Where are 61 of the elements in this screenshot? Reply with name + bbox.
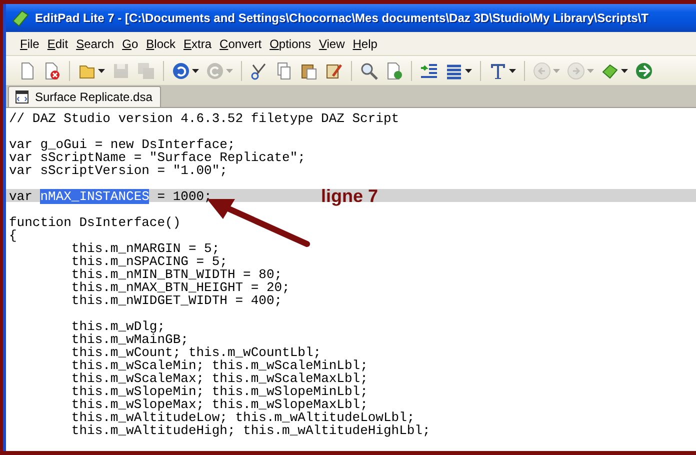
notepad-icon: [12, 10, 29, 26]
menu-item[interactable]: File: [16, 34, 44, 52]
copy-icon: [275, 62, 293, 80]
redo-icon: [206, 62, 224, 80]
forward-icon: [567, 62, 585, 80]
code-text: this.m_wScaleMax; this.m_wScaleMaxLbl;: [70, 371, 368, 386]
undo-icon: [172, 62, 190, 80]
menu-item[interactable]: Extra: [180, 34, 216, 52]
code-text: var g_oGui = new DsInterface;: [9, 137, 236, 152]
code-editor[interactable]: [6, 108, 696, 451]
menu-item[interactable]: Search: [72, 34, 118, 52]
code-text: var sScriptVersion = "1.00";: [9, 163, 228, 178]
code-text: this.m_wMainGB;: [70, 332, 188, 347]
caret-icon: [621, 68, 628, 72]
paste-brush-icon: [325, 62, 343, 80]
code-text: this.m_nMIN_BTN_WIDTH = 80;: [70, 267, 282, 282]
back-icon: [533, 62, 551, 80]
code-text: this.m_nMARGIN = 5;: [70, 241, 220, 256]
script-file-icon: [15, 90, 29, 104]
code-text: this.m_wSlopeMin; this.m_wSlopeMinLbl;: [70, 384, 368, 399]
code-text: this.m_wAltitudeLow; this.m_wAltitudeLowLbl;: [70, 410, 415, 425]
scissors-icon: [250, 62, 268, 80]
code-text: this.m_wDlg;: [70, 319, 166, 334]
menu-item[interactable]: Block: [142, 34, 180, 52]
menu-item[interactable]: Help: [348, 34, 382, 52]
caret-icon: [226, 68, 233, 72]
menu-item[interactable]: Edit: [43, 34, 72, 52]
close-file-icon: [43, 62, 61, 80]
window-title: EditPad Lite 7 - [C:\Documents and Settings\Chocornac\Mes documents\Daz 3D\Studio\My Library\Scripts\T: [35, 11, 648, 25]
indent-icon: [420, 62, 438, 80]
font-icon: [489, 62, 507, 80]
search-icon: [360, 62, 378, 80]
code-text: = 1000;: [156, 189, 212, 204]
menu-item[interactable]: Go: [118, 34, 142, 52]
menu-item[interactable]: Convert: [216, 34, 266, 52]
caret-icon: [465, 68, 472, 72]
caret-icon: [98, 68, 105, 72]
code-text: this.m_wAltitudeHigh; this.m_wAltitudeHighLbl;: [70, 423, 430, 438]
caret-icon: [192, 68, 199, 72]
file-tab[interactable]: Surface Replicate.dsa: [8, 86, 162, 107]
code-text: this.m_nWIDGET_WIDTH = 400;: [70, 293, 282, 308]
code-text: this.m_nMAX_BTN_HEIGHT = 20;: [70, 280, 290, 295]
caret-icon: [587, 68, 594, 72]
save-all-icon: [137, 62, 155, 80]
code-text: this.m_wCount; this.m_wCountLbl;: [70, 345, 322, 360]
code-text: // DAZ Studio version 4.6.3.52 filetype DAZ Script: [9, 111, 400, 126]
code-text: var sScriptName = "Surface Replicate";: [9, 150, 306, 165]
code-text: {: [9, 228, 17, 243]
code-text: this.m_wScaleMin; this.m_wScaleMinLbl;: [70, 358, 368, 373]
paste-icon: [300, 62, 318, 80]
caret-icon: [509, 68, 516, 72]
annotation-label: ligne 7: [321, 186, 378, 207]
code-text: function DsInterface(): [9, 215, 181, 230]
code-text: var: [9, 189, 34, 204]
save-icon: [112, 62, 130, 80]
menu-item[interactable]: View: [314, 34, 349, 52]
code-text: this.m_nSPACING = 5;: [70, 254, 228, 269]
code-text: this.m_wSlopeMax; this.m_wSlopeMaxLbl;: [70, 397, 368, 412]
menu-item[interactable]: Options: [266, 34, 315, 52]
selected-text: nMAX_INSTANCES: [40, 189, 150, 204]
caret-icon: [553, 68, 560, 72]
